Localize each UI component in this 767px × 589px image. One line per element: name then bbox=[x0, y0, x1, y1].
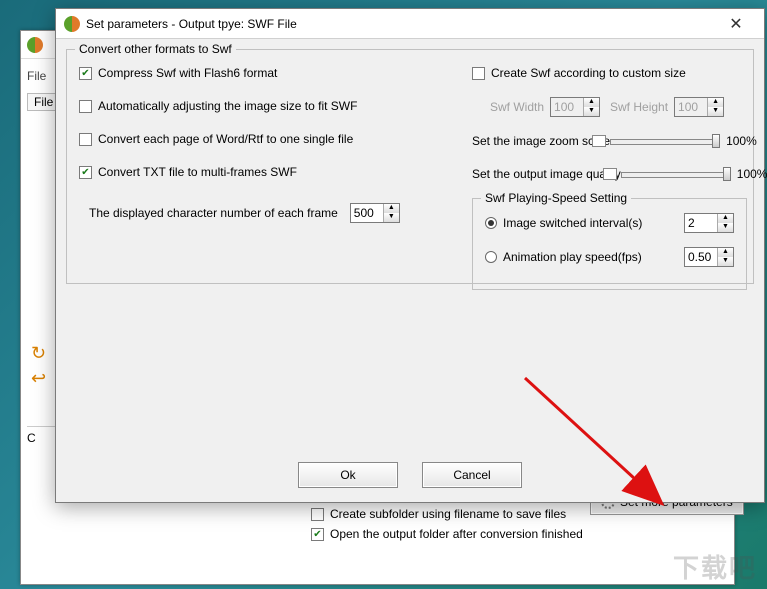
convert-groupbox: Convert other formats to Swf Compress Sw… bbox=[66, 49, 754, 284]
dialog-button-bar: Ok Cancel bbox=[56, 462, 764, 488]
zoom-label: Set the image zoom scale bbox=[472, 134, 610, 148]
swf-height-input bbox=[675, 98, 707, 116]
create-subfolder-label: Create subfolder using filename to save … bbox=[330, 507, 566, 521]
menu-file[interactable]: File bbox=[27, 69, 46, 83]
compress-checkbox[interactable] bbox=[79, 67, 92, 80]
swap-up-icon[interactable]: ↻ bbox=[31, 343, 46, 364]
dialog-titlebar[interactable]: Set parameters - Output tpye: SWF File ✕ bbox=[56, 9, 764, 39]
left-action-icons: ↻ ↩ bbox=[31, 343, 46, 393]
char-num-label: The displayed character number of each f… bbox=[89, 206, 338, 220]
cancel-button[interactable]: Cancel bbox=[422, 462, 522, 488]
swap-down-icon[interactable]: ↩ bbox=[31, 368, 46, 389]
app-icon bbox=[27, 37, 43, 53]
custom-size-label: Create Swf according to custom size bbox=[491, 66, 686, 80]
convert-group-legend: Convert other formats to Swf bbox=[75, 42, 236, 56]
fps-radio[interactable] bbox=[485, 251, 497, 263]
convert-txt-label: Convert TXT file to multi-frames SWF bbox=[98, 165, 297, 179]
playing-speed-groupbox: Swf Playing-Speed Setting Image switched… bbox=[472, 198, 747, 290]
swf-height-spinner: ▲▼ bbox=[674, 97, 724, 117]
ok-button[interactable]: Ok bbox=[298, 462, 398, 488]
dialog-title: Set parameters - Output tpye: SWF File bbox=[86, 17, 297, 31]
open-output-label: Open the output folder after conversion … bbox=[330, 527, 583, 541]
quality-label: Set the output image quality bbox=[472, 167, 621, 181]
spin-down-icon[interactable]: ▼ bbox=[384, 213, 399, 222]
zoom-slider[interactable] bbox=[610, 132, 720, 150]
slider-thumb[interactable] bbox=[712, 134, 720, 148]
each-page-checkbox[interactable] bbox=[79, 133, 92, 146]
char-num-input[interactable] bbox=[351, 204, 383, 222]
spin-up-icon[interactable]: ▲ bbox=[384, 204, 399, 213]
fps-label: Animation play speed(fps) bbox=[503, 250, 642, 264]
slider-thumb[interactable] bbox=[723, 167, 731, 181]
close-button[interactable]: ✕ bbox=[716, 12, 756, 36]
swf-width-input bbox=[551, 98, 583, 116]
interval-input[interactable] bbox=[685, 214, 717, 232]
swf-width-label: Swf Width bbox=[490, 100, 544, 114]
set-parameters-dialog: Set parameters - Output tpye: SWF File ✕… bbox=[55, 8, 765, 503]
watermark-text: 下载吧 bbox=[673, 548, 757, 585]
dialog-icon bbox=[64, 16, 80, 32]
open-output-checkbox[interactable] bbox=[311, 528, 324, 541]
zoom-percent: 100% bbox=[726, 134, 757, 148]
quality-percent: 100% bbox=[737, 167, 767, 181]
auto-adjust-checkbox[interactable] bbox=[79, 100, 92, 113]
create-subfolder-checkbox[interactable] bbox=[311, 508, 324, 521]
each-page-label: Convert each page of Word/Rtf to one sin… bbox=[98, 132, 353, 146]
quality-slider[interactable] bbox=[621, 165, 731, 183]
auto-adjust-label: Automatically adjusting the image size t… bbox=[98, 99, 357, 113]
fps-input[interactable] bbox=[685, 248, 717, 266]
interval-label: Image switched interval(s) bbox=[503, 216, 642, 230]
swf-width-spinner: ▲▼ bbox=[550, 97, 600, 117]
compress-label: Compress Swf with Flash6 format bbox=[98, 66, 277, 80]
slider-min-icon bbox=[603, 168, 617, 180]
interval-radio[interactable] bbox=[485, 217, 497, 229]
playing-speed-legend: Swf Playing-Speed Setting bbox=[481, 191, 631, 205]
custom-size-checkbox[interactable] bbox=[472, 67, 485, 80]
interval-spinner[interactable]: ▲▼ bbox=[684, 213, 734, 233]
convert-txt-checkbox[interactable] bbox=[79, 166, 92, 179]
char-num-spinner[interactable]: ▲▼ bbox=[350, 203, 400, 223]
fps-spinner[interactable]: ▲▼ bbox=[684, 247, 734, 267]
slider-min-icon bbox=[592, 135, 606, 147]
c-label: C bbox=[27, 426, 57, 445]
swf-height-label: Swf Height bbox=[610, 100, 668, 114]
